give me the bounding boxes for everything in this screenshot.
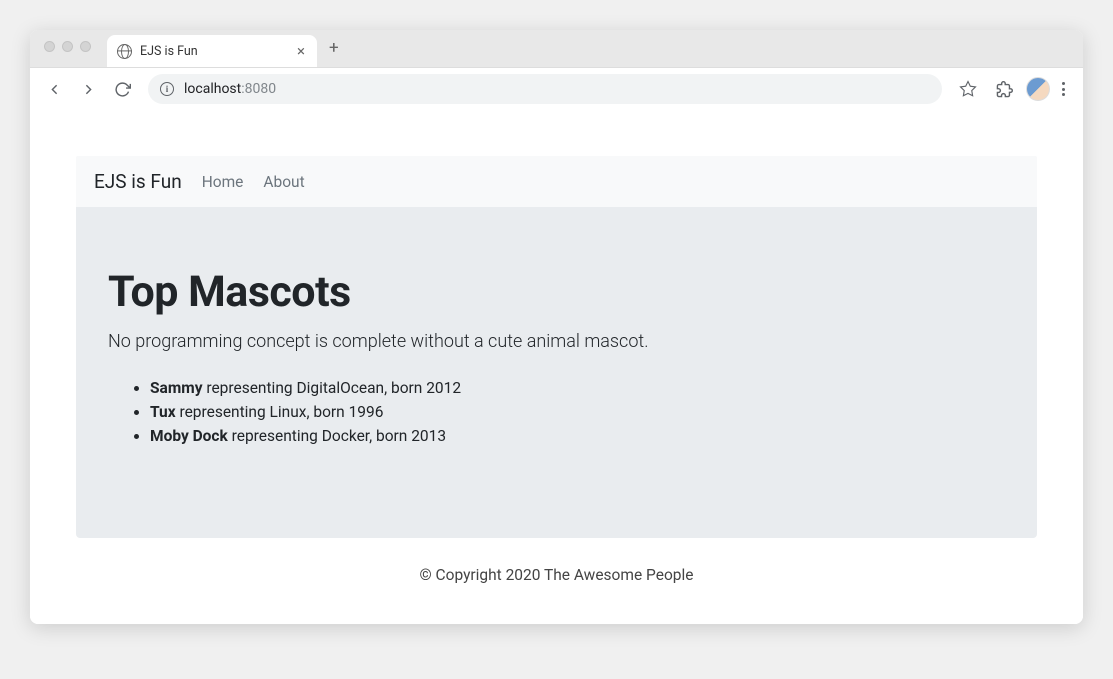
footer-text: © Copyright 2020 The Awesome People — [420, 566, 694, 584]
browser-menu-button[interactable] — [1058, 78, 1069, 100]
back-button[interactable] — [40, 75, 68, 103]
browser-window: EJS is Fun × + i localhost:8080 — [30, 30, 1083, 624]
mascot-org: Linux — [270, 403, 307, 421]
mascot-year: 2012 — [426, 379, 461, 397]
url-port: :8080 — [241, 81, 276, 97]
mascot-org: Docker — [322, 427, 369, 445]
list-item: Moby Dock representing Docker, born 2013 — [150, 424, 1005, 448]
address-bar[interactable]: i localhost:8080 — [148, 74, 942, 104]
tab-title: EJS is Fun — [140, 44, 287, 59]
page-content: EJS is Fun Home About Top Mascots No pro… — [30, 110, 1083, 624]
site-info-icon[interactable]: i — [160, 82, 174, 96]
navbar-brand[interactable]: EJS is Fun — [94, 170, 182, 193]
mascot-year: 1996 — [349, 403, 384, 421]
jumbotron: Top Mascots No programming concept is co… — [76, 207, 1037, 538]
new-tab-button[interactable]: + — [317, 38, 351, 58]
page-lead: No programming concept is complete witho… — [108, 331, 1005, 352]
globe-icon — [117, 44, 132, 59]
reload-button[interactable] — [108, 75, 136, 103]
minimize-window-button[interactable] — [62, 41, 73, 52]
mascot-year: 2013 — [411, 427, 446, 445]
profile-avatar[interactable] — [1026, 77, 1050, 101]
mascot-name: Tux — [150, 403, 176, 421]
bookmark-button[interactable] — [954, 75, 982, 103]
mascot-list: Sammy representing DigitalOcean, born 20… — [108, 376, 1005, 448]
browser-titlebar: EJS is Fun × + — [30, 30, 1083, 68]
extensions-button[interactable] — [990, 75, 1018, 103]
url-text: localhost:8080 — [184, 81, 276, 97]
close-tab-button[interactable]: × — [295, 42, 307, 60]
nav-link-about[interactable]: About — [263, 173, 304, 191]
url-host: localhost — [184, 81, 241, 97]
mascot-org: DigitalOcean — [296, 379, 384, 397]
mascot-name: Moby Dock — [150, 427, 228, 445]
maximize-window-button[interactable] — [80, 41, 91, 52]
nav-link-home[interactable]: Home — [202, 173, 244, 191]
list-item: Tux representing Linux, born 1996 — [150, 400, 1005, 424]
close-window-button[interactable] — [44, 41, 55, 52]
browser-tab[interactable]: EJS is Fun × — [107, 35, 317, 67]
traffic-lights — [40, 41, 99, 52]
site-navbar: EJS is Fun Home About — [76, 156, 1037, 207]
forward-button[interactable] — [74, 75, 102, 103]
page-footer: © Copyright 2020 The Awesome People — [76, 538, 1037, 594]
list-item: Sammy representing DigitalOcean, born 20… — [150, 376, 1005, 400]
browser-toolbar: i localhost:8080 — [30, 68, 1083, 110]
page-heading: Top Mascots — [108, 267, 1005, 317]
toolbar-right — [954, 75, 1073, 103]
mascot-name: Sammy — [150, 379, 203, 397]
